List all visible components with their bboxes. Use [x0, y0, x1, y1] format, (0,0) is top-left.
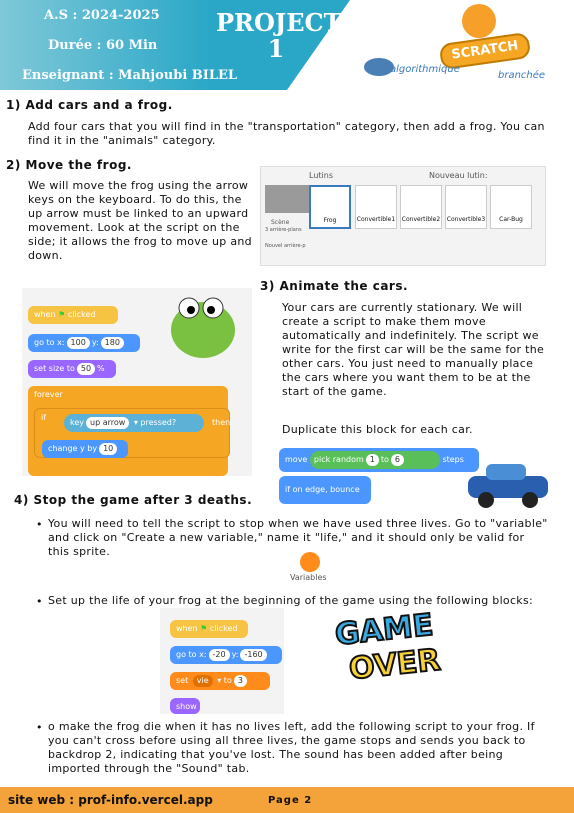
sprite-convertible1[interactable]: Convertible1 [355, 185, 397, 229]
set-size-block[interactable]: set size to 50% [28, 360, 116, 378]
bullet-1: • [36, 518, 43, 531]
page-number: Page 2 [268, 795, 313, 806]
algo-label: algorithmique [390, 64, 460, 75]
teacher: Enseignant : Mahjoubi BILEL [22, 68, 238, 83]
bullet-3-text: o make the frog die when it has no lives… [48, 720, 535, 775]
mouse-icon [364, 58, 394, 76]
project-title: PROJECT 1 [216, 8, 342, 63]
section-3-title: 3) Animate the cars. [260, 279, 409, 293]
stage-thumbnail[interactable] [265, 185, 309, 213]
bullet-1-text: You will need to tell the script to stop… [48, 517, 548, 558]
school-year: A.S : 2024-2025 [44, 8, 160, 23]
new-sprite-label: Nouveau lutin: [429, 171, 488, 180]
section-3-text: Your cars are currently stationary. We w… [282, 301, 545, 398]
website-link[interactable]: site web : prof-info.vercel.app [8, 793, 213, 807]
key-pressed-block[interactable]: key up arrow ▾ pressed? [64, 414, 204, 432]
goto-block[interactable]: go to x: 100 y: 180 [28, 334, 140, 352]
stage-label: Scène [271, 219, 290, 226]
backdrops-count: 3 arrière-plans [265, 227, 302, 233]
new-backdrop-label: Nouvel arrière-p [265, 243, 306, 249]
move-block[interactable]: move pick random 1 to 6 steps [279, 448, 479, 472]
bullet-2-text: Set up the life of your frog at the begi… [48, 594, 534, 607]
set-var-block[interactable]: set vie ▾ to 3 [170, 672, 270, 690]
goto-block-2[interactable]: go to x: -20 y: -160 [170, 646, 282, 664]
bounce-block[interactable]: if on edge, bounce [279, 476, 371, 504]
when-flag-block[interactable]: when ⚑ clicked [28, 306, 118, 324]
variables-icon[interactable] [300, 552, 320, 572]
sprite-car-bug[interactable]: Car-Bug [490, 185, 532, 229]
section-4-title: 4) Stop the game after 3 deaths. [14, 493, 253, 507]
section-1-text: Add four cars that you will find in the … [28, 120, 545, 147]
sprites-label: Lutins [309, 171, 333, 180]
section-2-title: 2) Move the frog. [6, 158, 132, 172]
car-image [468, 464, 548, 508]
variables-label: Variables [290, 573, 327, 582]
bullet-2: • [36, 595, 43, 608]
branch-label: branchée [498, 70, 546, 81]
sprite-frog[interactable]: Frog [309, 185, 351, 229]
sprite-convertible2[interactable]: Convertible2 [400, 185, 442, 229]
duration: Durée : 60 Min [48, 38, 158, 53]
change-y-block[interactable]: change y by 10 [42, 440, 128, 458]
frog-image [171, 297, 235, 358]
when-flag-block-2[interactable]: when ⚑ clicked [170, 620, 248, 638]
section-2-text: We will move the frog using the arrow ke… [28, 179, 252, 262]
game-over-image: GAME OVER [332, 607, 443, 688]
show-block[interactable]: show [170, 698, 200, 714]
section-1-title: 1) Add cars and a frog. [6, 98, 173, 112]
page-header: A.S : 2024-2025 Durée : 60 Min Enseignan… [0, 0, 574, 90]
scratch-cat-icon [462, 4, 496, 38]
bullet-3: • [36, 721, 43, 734]
then-label: then [212, 418, 231, 427]
section-3-text2: Duplicate this block for each car. [282, 423, 473, 436]
footer: site web : prof-info.vercel.app Page 2 [0, 787, 574, 813]
sprite-convertible3[interactable]: Convertible3 [445, 185, 487, 229]
